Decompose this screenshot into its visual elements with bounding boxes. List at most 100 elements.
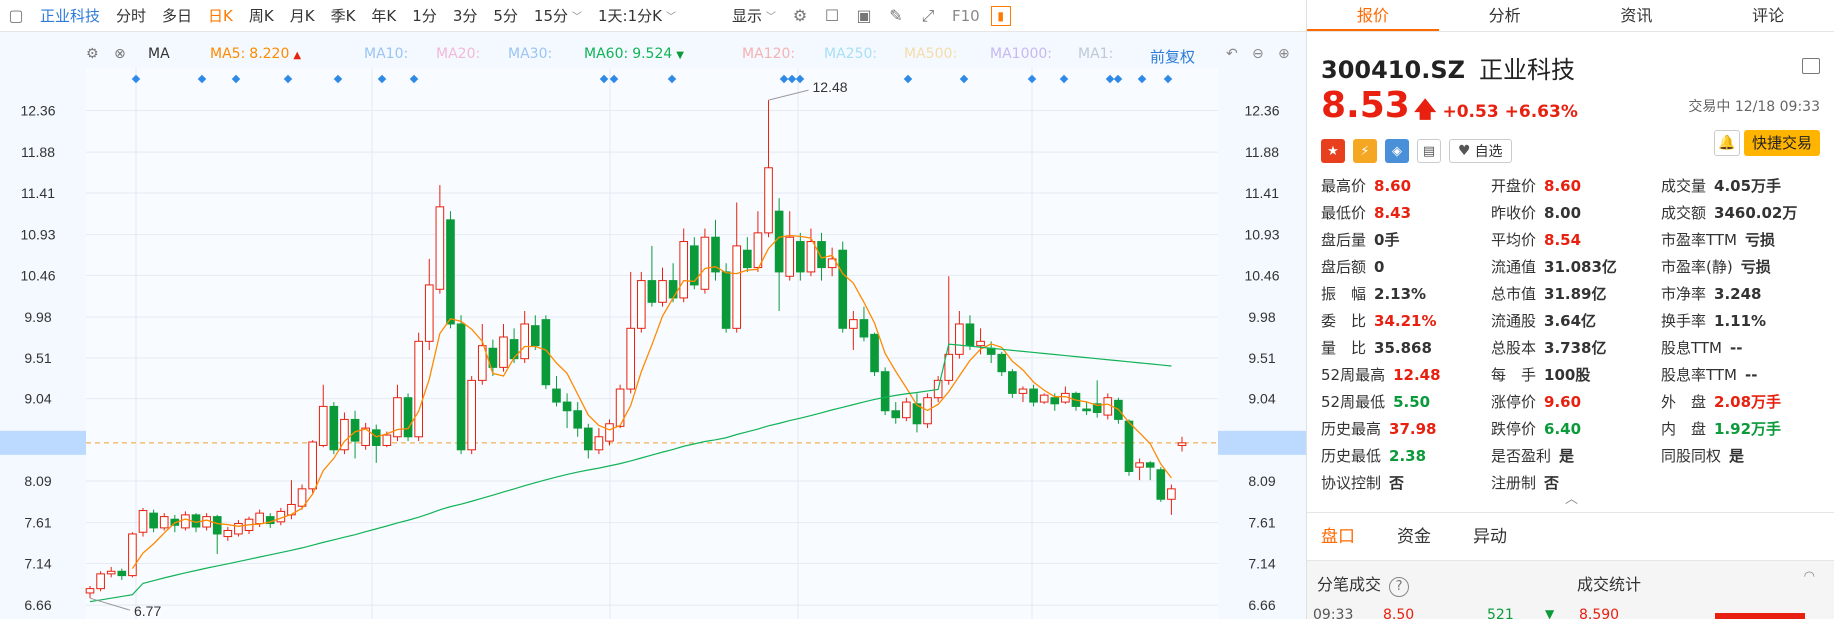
candle-body [774, 210, 784, 273]
panel-toggle-icon[interactable]: ▮ [990, 5, 1011, 26]
fullscreen-icon[interactable]: ⤢ [915, 3, 941, 29]
collapse-icon[interactable]: ︿ [1565, 488, 1578, 507]
ma-item-ma250[interactable]: MA250: [824, 46, 877, 62]
period-tab[interactable]: 15分 ﹀ [526, 0, 590, 32]
candle-body [902, 401, 911, 419]
candle-body [159, 516, 169, 529]
add-watchlist-button[interactable]: ♥ 自选 [1449, 139, 1512, 163]
period-tab[interactable]: 1分 [404, 0, 445, 32]
period-tab[interactable]: 5分 [485, 0, 526, 32]
quote-cell: 同股同权是 [1661, 445, 1831, 466]
sidebar-toggle-icon[interactable]: ▢ [3, 3, 29, 29]
f10-button[interactable]: F10 [944, 0, 988, 32]
ma-item-ma1000[interactable]: MA1000: [990, 46, 1052, 62]
display-menu[interactable]: 显示 ﹀ [724, 0, 784, 32]
bottom-tab[interactable]: 异动 [1473, 522, 1507, 547]
candle-body [647, 280, 657, 303]
stock-name-label[interactable]: 正业科技 [32, 0, 108, 32]
tick-title-wrap: 分笔成交? [1317, 571, 1410, 597]
undo-icon[interactable]: ↶ [1226, 46, 1238, 62]
quote-row: 历史最高 37.98 跌停价 6.40 内 盘 1.92万手 [1321, 415, 1831, 442]
candle-body [658, 280, 667, 303]
bookmark-icon[interactable]: ▤ [1417, 139, 1441, 163]
help-icon[interactable]: ? [1389, 577, 1410, 597]
ma-item-ma60[interactable]: MA60: 9.524 ▼ [584, 46, 684, 62]
ma-item-ma5[interactable]: MA5: 8.220 ▲ [210, 46, 301, 62]
panel-tab[interactable]: 报价 [1307, 0, 1439, 31]
quote-label: 是否盈利 [1491, 447, 1552, 465]
quote-label: 总股本 [1491, 339, 1537, 357]
period-tab[interactable]: 3分 [445, 0, 486, 32]
period-tab[interactable]: 多日 [154, 0, 200, 32]
period-tab[interactable]: 日K [200, 0, 241, 32]
candle-body [965, 323, 975, 347]
quote-cell: 每 手 100股 [1491, 364, 1661, 385]
panel-tab[interactable]: 分析 [1439, 0, 1571, 31]
ma-item-ma120[interactable]: MA120: [742, 46, 795, 62]
quote-value: 4.05万手 [1714, 177, 1782, 195]
lightning-icon[interactable]: ⚡ [1353, 139, 1377, 163]
quote-label: 成交额 [1661, 204, 1707, 222]
candlestick-chart[interactable]: 12.36 12.36 11.88 11.88 11.41 11.41 10.93 10.93… [0, 68, 1306, 619]
panel-tab[interactable]: 评论 [1702, 0, 1834, 31]
adjust-button[interactable]: 前复权 [1150, 46, 1195, 67]
list-icon[interactable] [1802, 58, 1820, 74]
period-tab[interactable]: 周K [241, 0, 282, 32]
panel-tab[interactable]: 资讯 [1571, 0, 1703, 31]
y-tick-left: 8.09 [24, 473, 51, 489]
ma-item-ma10[interactable]: MA10: [364, 46, 408, 62]
china-flag-icon[interactable]: ★ [1321, 139, 1345, 163]
ma-name: MA20 [436, 46, 476, 62]
period-tab[interactable]: 分时 [108, 0, 154, 32]
up-triangle-icon: ▲ [293, 50, 302, 61]
zoom-in-icon[interactable]: ⊕ [1278, 46, 1290, 62]
settings-icon[interactable]: ⚙ [787, 3, 813, 29]
pen-icon[interactable]: ✎ [883, 3, 909, 29]
quote-value: 8.43 [1374, 204, 1412, 222]
settings-icon[interactable]: ⚙ [86, 46, 99, 62]
period-tab[interactable]: 年K [363, 0, 404, 32]
down-triangle-icon: ▼ [676, 50, 684, 61]
quote-cell: 换手率 1.11% [1661, 310, 1831, 331]
quote-cell: 盘后量 0手 [1321, 229, 1491, 250]
ma-item-ma1[interactable]: MA1: [1078, 46, 1113, 62]
camera-icon[interactable]: ▣ [851, 3, 877, 29]
bottom-tab[interactable]: 盘口 [1321, 522, 1355, 547]
bottom-tab[interactable]: 资金 [1397, 522, 1431, 547]
ma-item-ma20[interactable]: MA20: [436, 46, 480, 62]
candle-body [446, 219, 455, 325]
quote-value: 31.89亿 [1544, 285, 1607, 303]
ma-colon: : [952, 46, 958, 62]
range-select[interactable]: 1天:1分K ﹀ [590, 0, 684, 32]
quote-cell: 成交额 3460.02万 [1661, 202, 1831, 223]
period-tab[interactable]: 季K [323, 0, 364, 32]
zoom-out-icon[interactable]: ⊖ [1252, 46, 1264, 62]
stock-code: 300410.SZ [1321, 56, 1465, 84]
quote-value: 8.60 [1374, 177, 1412, 195]
quote-cell: 开盘价 8.60 [1491, 175, 1661, 196]
tag-icon[interactable]: ◈ [1385, 139, 1409, 163]
ma-name: MA500 [904, 46, 953, 62]
candle-body [181, 514, 190, 529]
quote-label: 成交量 [1661, 177, 1707, 195]
candle-body [976, 340, 985, 347]
quote-cell: 平均价 8.54 [1491, 229, 1661, 250]
ma-colon: : [1108, 46, 1114, 62]
quote-cell: 外 盘 2.08万手 [1661, 391, 1831, 412]
quote-value: 2.08万手 [1714, 393, 1782, 411]
bell-icon[interactable]: 🔔 [1714, 130, 1740, 156]
candle-body [117, 570, 127, 577]
y-tick-right: 11.88 [1245, 144, 1279, 160]
quote-value: -- [1730, 339, 1743, 357]
ma-label[interactable]: MA [148, 46, 170, 62]
candle-body [1145, 462, 1155, 468]
y-tick-left: 11.88 [21, 144, 55, 160]
candle-body [255, 512, 264, 525]
ma-item-ma30[interactable]: MA30: [508, 46, 552, 62]
close-icon[interactable]: ⊗ [114, 46, 126, 62]
quick-trade-button[interactable]: 快捷交易 [1743, 130, 1820, 156]
stats-bar [1715, 613, 1805, 619]
square-select-icon[interactable]: ☐ [819, 3, 845, 29]
period-tab[interactable]: 月K [282, 0, 323, 32]
ma-item-ma500[interactable]: MA500: [904, 46, 957, 62]
